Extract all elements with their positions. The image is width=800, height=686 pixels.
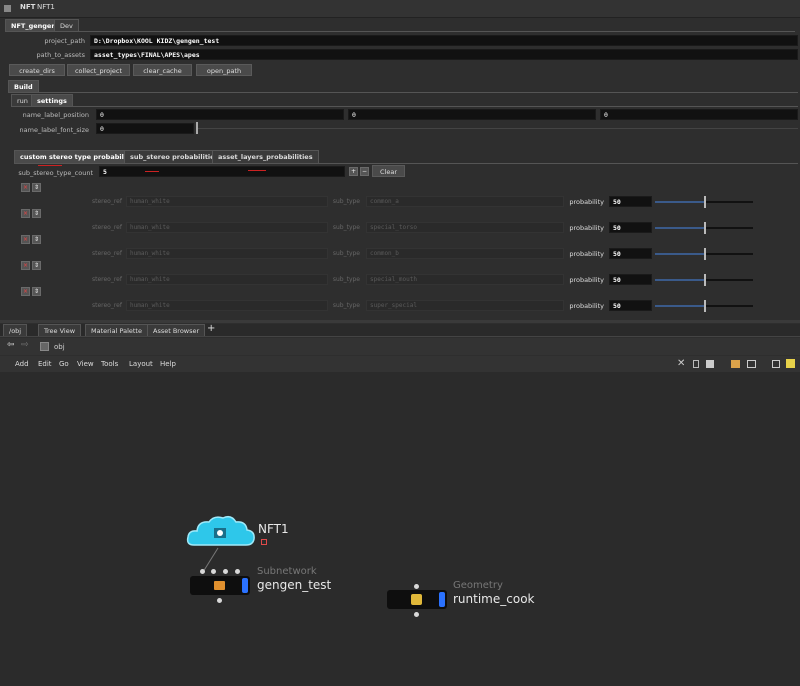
input-connector[interactable] — [211, 569, 216, 574]
runtime-cook-node[interactable] — [387, 590, 447, 609]
gengen-test-node-type: Subnetwork — [257, 566, 317, 577]
display-flag[interactable] — [439, 592, 445, 607]
input-connector[interactable] — [223, 569, 228, 574]
output-connector[interactable] — [217, 598, 222, 603]
lock-icon[interactable] — [261, 539, 267, 545]
output-connector[interactable] — [414, 612, 419, 617]
gengen-test-node-name[interactable]: gengen_test — [257, 578, 331, 592]
runtime-cook-node-name[interactable]: runtime_cook — [453, 592, 535, 606]
nft1-cloud-node[interactable] — [186, 514, 256, 548]
runtime-cook-node-type: Geometry — [453, 580, 503, 591]
subnetwork-icon — [214, 581, 225, 590]
network-wires — [202, 547, 219, 573]
input-connector[interactable] — [414, 584, 419, 589]
input-connector[interactable] — [235, 569, 240, 574]
display-flag[interactable] — [242, 578, 248, 593]
geometry-icon — [411, 594, 422, 605]
nft1-node-name[interactable]: NFT1 — [258, 522, 289, 536]
input-connector[interactable] — [200, 569, 205, 574]
gengen-test-node[interactable] — [190, 576, 250, 595]
